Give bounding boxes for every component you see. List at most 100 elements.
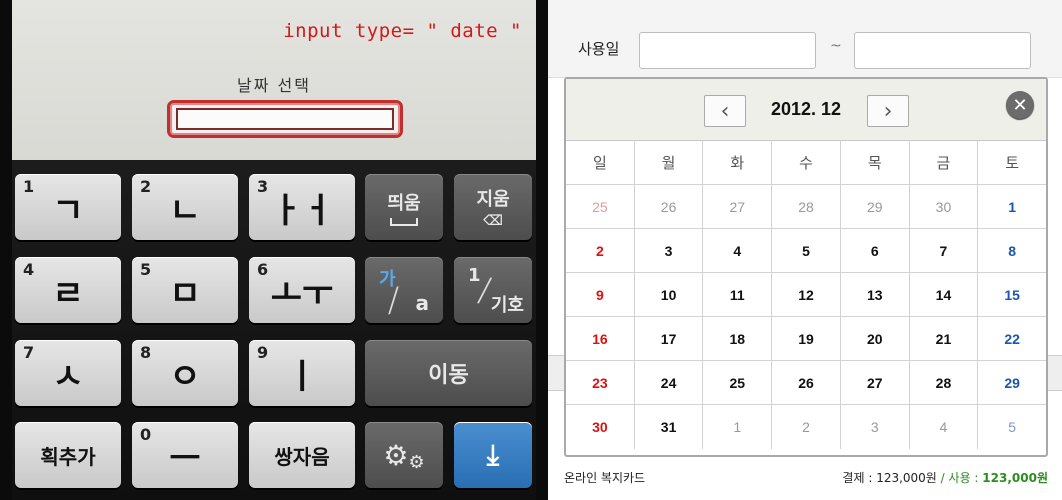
date-input[interactable]: [167, 100, 403, 138]
key-giyeok[interactable]: 1 ㄱ: [15, 174, 121, 240]
calendar-day-cell[interactable]: 1: [703, 405, 773, 449]
phone-screenshot: input type= " date " 날짜 선택 1 ㄱ 2 ㄴ 3 ㅏㅓ …: [0, 0, 548, 500]
chevron-right-icon: ›: [883, 98, 893, 124]
annotation-text: input type= " date ": [283, 20, 522, 42]
calendar-weeks: 25 26 27 28 29 30 1 2 3 4 5 6 7 8 9 10 11 12 13 14 15 16 17 18 1…: [566, 185, 1046, 449]
calendar-day-cell[interactable]: 5: [772, 229, 841, 272]
date-filter-bar: 사용일 ~: [548, 0, 1062, 78]
calendar-day-cell[interactable]: 9: [566, 273, 635, 316]
calendar-day-cell[interactable]: 18: [703, 317, 773, 360]
calendar-day-cell[interactable]: 16: [566, 317, 635, 360]
calendar-day-cell[interactable]: 26: [635, 185, 704, 228]
gears-icon: ⚙: [383, 438, 409, 472]
weekday-sat: 토: [1005, 154, 1020, 172]
key-nieun[interactable]: 2 ㄴ: [132, 174, 238, 240]
payment-summary: 결제 : 123,000원 / 사용 : 123,000원: [842, 469, 1048, 486]
next-month-button[interactable]: ›: [867, 95, 909, 127]
calendar-day-cell[interactable]: 15: [978, 273, 1046, 316]
space-bar-icon: [390, 217, 418, 226]
weekday-fri: 금: [910, 141, 979, 184]
key-siot[interactable]: 7 ㅅ: [15, 340, 121, 406]
korean-keypad: 1 ㄱ 2 ㄴ 3 ㅏㅓ 띄움 지움 ⌫ 4 ㄹ 5 ㅁ 6 ㅗㅜ 가 ╱ a …: [12, 160, 536, 500]
calendar-day-cell[interactable]: 12: [772, 273, 841, 316]
calendar-day-cell[interactable]: 13: [841, 273, 910, 316]
payment-label: 결제 :: [842, 471, 877, 485]
calendar-day-cell[interactable]: 25: [566, 185, 635, 228]
calendar-day-cell[interactable]: 19: [772, 317, 841, 360]
key-symbols[interactable]: 1 ╱ 기호: [454, 257, 532, 323]
key-o-u[interactable]: 6 ㅗㅜ: [249, 257, 355, 323]
close-icon: ✕: [1012, 94, 1028, 116]
calendar-day-cell[interactable]: 28: [910, 361, 979, 404]
calendar-day-cell[interactable]: 5: [978, 405, 1046, 449]
calendar-day-cell[interactable]: 22: [978, 317, 1046, 360]
calendar-week-row: 9 10 11 12 13 14 15: [566, 273, 1046, 317]
key-hide-keyboard[interactable]: ⤓: [454, 422, 532, 488]
calendar-day-cell[interactable]: 8: [978, 229, 1046, 272]
usage-label: 사용 :: [948, 471, 983, 485]
calendar-day-cell[interactable]: 1: [978, 185, 1046, 228]
calendar-day-cell[interactable]: 29: [841, 185, 910, 228]
slash-divider-icon: ╱: [384, 288, 403, 315]
calendar-day-cell[interactable]: 27: [841, 361, 910, 404]
calendar-day-cell[interactable]: 24: [635, 361, 704, 404]
start-date-field[interactable]: [639, 32, 816, 69]
calendar-day-cell[interactable]: 3: [841, 405, 910, 449]
key-lang-toggle[interactable]: 가 ╱ a: [365, 257, 443, 323]
calendar-day-cell[interactable]: 10: [635, 273, 704, 316]
key-delete[interactable]: 지움 ⌫: [454, 174, 532, 240]
calendar-day-cell[interactable]: 31: [635, 405, 704, 449]
key-settings[interactable]: ⚙ ⚙: [365, 422, 443, 488]
calendar-day-cell[interactable]: 4: [910, 405, 979, 449]
calendar-day-cell[interactable]: 17: [635, 317, 704, 360]
weekday-wed: 수: [772, 141, 841, 184]
end-date-field[interactable]: [854, 32, 1031, 69]
calendar-day-cell[interactable]: 27: [703, 185, 773, 228]
slash-divider-icon: ╱: [478, 279, 492, 304]
calendar-grid: 일 월 화 수 목 금 토 25 26 27 28 29 30 1 2 3 4 5 6 7 8 9 10 11 1…: [566, 141, 1046, 449]
calendar-day-cell[interactable]: 26: [772, 361, 841, 404]
calendar-day-cell[interactable]: 11: [703, 273, 773, 316]
calendar-week-row: 30 31 1 2 3 4 5: [566, 405, 1046, 449]
calendar-day-cell[interactable]: 2: [566, 229, 635, 272]
calendar-day-cell[interactable]: 20: [841, 317, 910, 360]
calendar-day-cell[interactable]: 6: [841, 229, 910, 272]
calendar-day-cell[interactable]: 3: [635, 229, 704, 272]
key-double-consonant[interactable]: 쌍자음: [249, 422, 355, 488]
calendar-day-cell[interactable]: 23: [566, 361, 635, 404]
calendar-day-cell[interactable]: 30: [566, 405, 635, 449]
key-eu[interactable]: 0 ㅡ: [132, 422, 238, 488]
key-a-eo[interactable]: 3 ㅏㅓ: [249, 174, 355, 240]
key-i[interactable]: 9 ㅣ: [249, 340, 355, 406]
weekday-thu: 목: [841, 141, 910, 184]
calendar-day-cell[interactable]: 14: [910, 273, 979, 316]
payment-value: 123,000원: [876, 471, 937, 485]
key-move[interactable]: 이동: [365, 340, 532, 406]
phone-page-area: input type= " date " 날짜 선택: [12, 0, 536, 160]
usage-date-label: 사용일: [578, 40, 620, 58]
close-button[interactable]: ✕: [1006, 91, 1034, 119]
calendar-day-cell[interactable]: 29: [978, 361, 1046, 404]
calendar-week-row: 23 24 25 26 27 28 29: [566, 361, 1046, 405]
calendar-day-cell[interactable]: 2: [772, 405, 841, 449]
calendar-day-cell[interactable]: 28: [772, 185, 841, 228]
card-summary-footer: 온라인 복지카드 결제 : 123,000원 / 사용 : 123,000원: [548, 462, 1062, 500]
usage-value: 123,000원: [982, 471, 1048, 485]
calendar-week-row: 25 26 27 28 29 30 1: [566, 185, 1046, 229]
range-separator: ~: [830, 38, 842, 54]
calendar-popup: ‹ 2012. 12 › ✕ 일 월 화 수 목 금 토 25 26 27 28 29 3…: [564, 77, 1048, 457]
key-add-stroke[interactable]: 획추가: [15, 422, 121, 488]
calendar-day-cell[interactable]: 30: [910, 185, 979, 228]
month-title: 2012. 12: [770, 99, 842, 119]
key-mieum[interactable]: 5 ㅁ: [132, 257, 238, 323]
key-ieung[interactable]: 8 ㅇ: [132, 340, 238, 406]
calendar-day-cell[interactable]: 21: [910, 317, 979, 360]
calendar-day-cell[interactable]: 25: [703, 361, 773, 404]
backspace-icon: ⌫: [483, 213, 503, 229]
calendar-day-cell[interactable]: 4: [703, 229, 773, 272]
gear-small-icon: ⚙: [408, 451, 425, 473]
calendar-day-cell[interactable]: 7: [910, 229, 979, 272]
weekday-mon: 월: [635, 141, 704, 184]
key-space[interactable]: 띄움: [365, 174, 443, 240]
key-rieul[interactable]: 4 ㄹ: [15, 257, 121, 323]
